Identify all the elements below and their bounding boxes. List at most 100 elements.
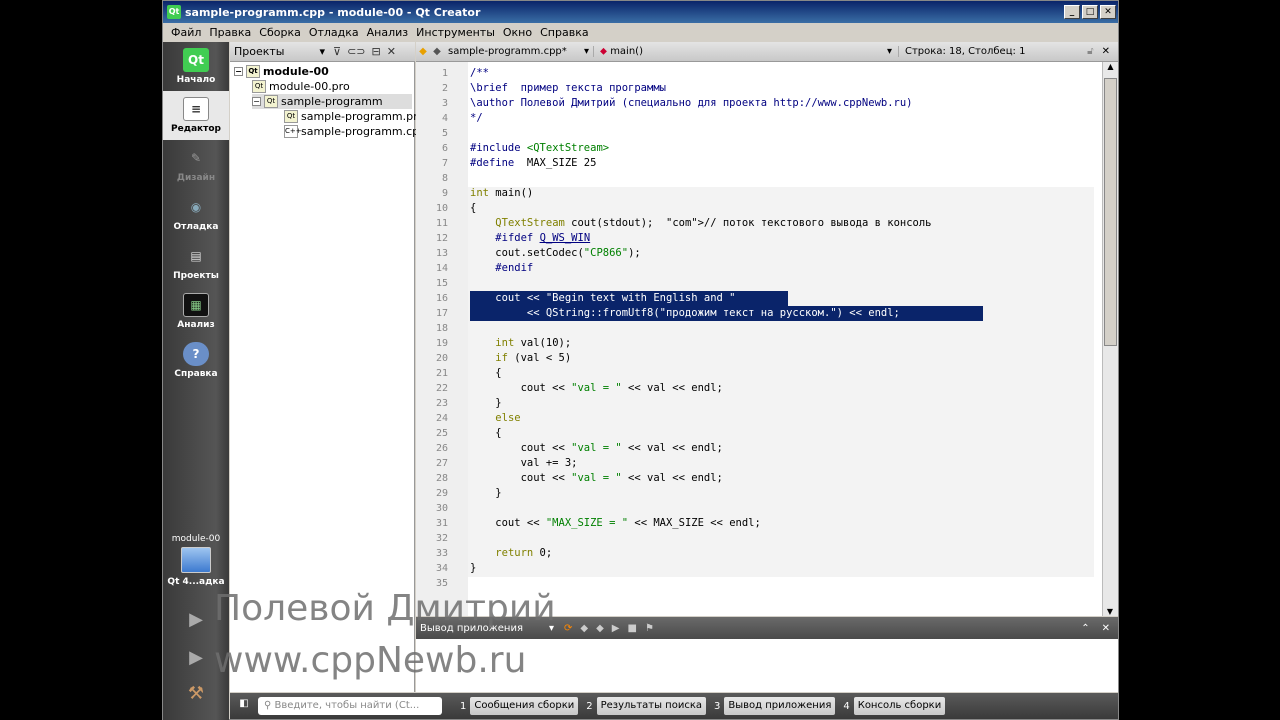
- cursor-position: Строка: 18, Столбец: 1: [905, 46, 1026, 57]
- code-line[interactable]: \brief пример текста программы: [470, 81, 1096, 96]
- code-line[interactable]: [470, 171, 1096, 186]
- tree-item-file[interactable]: Qt sample-programm.pro: [284, 109, 424, 124]
- code-editor[interactable]: 1 2 3 4 5 6 7 8 9 10 11 12 13 14 15 16 17 18 19 20 21 22 23 24 2…: [416, 62, 1118, 616]
- mode-analyze[interactable]: ▦ Анализ: [163, 287, 229, 336]
- collapse-icon[interactable]: −: [234, 67, 243, 76]
- code-line[interactable]: [470, 321, 1096, 336]
- close-editor-icon[interactable]: ✕: [1102, 46, 1110, 57]
- mode-editor[interactable]: ≡ Редактор: [163, 91, 229, 140]
- code-line[interactable]: }: [470, 486, 1096, 501]
- code-line[interactable]: #include <QTextStream>: [470, 141, 1096, 156]
- code-line[interactable]: [470, 501, 1096, 516]
- next-icon[interactable]: ◆: [596, 623, 604, 634]
- code-line[interactable]: [470, 276, 1096, 291]
- toggle-sidebar-icon[interactable]: ◧: [234, 698, 254, 714]
- menu-tools[interactable]: Инструменты: [412, 26, 499, 39]
- scroll-up-icon[interactable]: ▲: [1103, 62, 1118, 71]
- menu-help[interactable]: Справка: [536, 26, 592, 39]
- back-icon[interactable]: ◆: [416, 46, 430, 57]
- current-function: main(): [610, 46, 643, 57]
- close-pane-icon[interactable]: ✕: [1102, 623, 1110, 634]
- code-line[interactable]: [470, 531, 1096, 546]
- code-line[interactable]: cout << "Begin text with English and ": [470, 291, 1096, 306]
- menu-build[interactable]: Сборка: [255, 26, 305, 39]
- compile-output-button[interactable]: 4 Консоль сборки: [839, 697, 946, 715]
- menu-file[interactable]: Файл: [167, 26, 205, 39]
- code-line[interactable]: */: [470, 111, 1096, 126]
- maximize-button[interactable]: □: [1082, 5, 1098, 19]
- mode-projects[interactable]: ▤ Проекты: [163, 238, 229, 287]
- minimize-button[interactable]: _: [1064, 5, 1080, 19]
- open-documents-select[interactable]: sample-programm.cpp* ▾: [444, 46, 594, 57]
- code-line[interactable]: int main(): [470, 186, 1096, 201]
- play-icon[interactable]: ▶: [612, 623, 620, 634]
- mode-welcome[interactable]: Qt Начало: [163, 42, 229, 91]
- mode-help[interactable]: ? Справка: [163, 336, 229, 385]
- panel-type-select[interactable]: Проекты ▾: [234, 45, 329, 58]
- target-selector[interactable]: module-00 Qt 4...адка: [163, 534, 229, 587]
- filter-icon[interactable]: ⊽: [333, 45, 341, 58]
- menu-debug[interactable]: Отладка: [305, 26, 363, 39]
- code-line[interactable]: }: [470, 561, 1096, 576]
- code-line[interactable]: return 0;: [470, 546, 1096, 561]
- application-output-button[interactable]: 3 Вывод приложения: [710, 697, 836, 715]
- play-icon: ▶: [189, 608, 203, 630]
- code-line[interactable]: cout << "val = " << val << endl;: [470, 441, 1096, 456]
- code-line[interactable]: cout.setCodec("CP866");: [470, 246, 1096, 261]
- code-line[interactable]: [470, 576, 1096, 591]
- attach-icon[interactable]: ⚑: [645, 623, 654, 634]
- locator-input[interactable]: ⚲ Введите, чтобы найти (Ct...: [258, 697, 442, 715]
- code-line[interactable]: #endif: [470, 261, 1096, 276]
- lock-icon[interactable]: 🔓︎: [1087, 46, 1093, 57]
- mode-debug[interactable]: ◉ Отладка: [163, 189, 229, 238]
- button-number: 2: [586, 700, 593, 712]
- code-line[interactable]: << QString::fromUtf8("продожим текст на …: [470, 306, 1096, 321]
- code-line[interactable]: cout << "val = " << val << endl;: [470, 471, 1096, 486]
- prev-icon[interactable]: ◆: [580, 623, 588, 634]
- collapse-icon[interactable]: −: [252, 97, 261, 106]
- code-line[interactable]: }: [470, 396, 1096, 411]
- code-line[interactable]: cout << "MAX_SIZE = " << MAX_SIZE << end…: [470, 516, 1096, 531]
- stop-icon[interactable]: ■: [628, 623, 637, 634]
- scrollbar-thumb[interactable]: [1104, 78, 1117, 346]
- maximize-pane-icon[interactable]: ⌃: [1081, 623, 1089, 634]
- forward-icon[interactable]: ◆: [430, 46, 444, 57]
- code-line[interactable]: /**: [470, 66, 1096, 81]
- code-line[interactable]: int val(10);: [470, 336, 1096, 351]
- code-line[interactable]: cout << "val = " << val << endl;: [470, 381, 1096, 396]
- build-button[interactable]: ⚒: [163, 676, 229, 710]
- split-icon[interactable]: ⊟: [372, 45, 381, 58]
- tree-item-file[interactable]: C++ sample-programm.cpp: [284, 124, 426, 139]
- tree-item-file[interactable]: Qt module-00.pro: [252, 79, 350, 94]
- code-line[interactable]: \author Полевой Дмитрий (специально для …: [470, 96, 1096, 111]
- code-line[interactable]: else: [470, 411, 1096, 426]
- close-icon[interactable]: ✕: [387, 45, 396, 58]
- close-button[interactable]: ✕: [1100, 5, 1116, 19]
- build-issues-button[interactable]: 1 Сообщения сборки: [456, 697, 579, 715]
- menu-edit[interactable]: Правка: [205, 26, 255, 39]
- menu-analyze[interactable]: Анализ: [363, 26, 413, 39]
- symbol-select[interactable]: ⬥ main() ▾: [594, 46, 899, 57]
- line-number: 12: [435, 233, 448, 244]
- vertical-scrollbar[interactable]: ▲ ▼: [1102, 62, 1118, 616]
- code-line[interactable]: if (val < 5): [470, 351, 1096, 366]
- code-line[interactable]: [470, 126, 1096, 141]
- tree-item-project[interactable]: − Qt module-00: [234, 64, 329, 79]
- rerun-icon[interactable]: ⟳: [564, 623, 572, 634]
- code-line[interactable]: {: [470, 366, 1096, 381]
- mode-design[interactable]: ✎ Дизайн: [163, 140, 229, 189]
- search-results-button[interactable]: 2 Результаты поиска: [582, 697, 706, 715]
- code-area[interactable]: /** \brief пример текста программы \author…: [470, 62, 1096, 616]
- scroll-down-icon[interactable]: ▼: [1103, 607, 1117, 616]
- code-line[interactable]: {: [470, 201, 1096, 216]
- code-line[interactable]: #ifdef Q_WS_WIN: [470, 231, 1096, 246]
- tree-item-subproject[interactable]: − Qt sample-programm: [252, 94, 412, 109]
- watermark-author: Полевой Дмитрий: [214, 588, 556, 629]
- qt-logo-icon: Qt: [183, 48, 209, 72]
- code-line[interactable]: {: [470, 426, 1096, 441]
- code-line[interactable]: #define MAX_SIZE 25: [470, 156, 1096, 171]
- code-line[interactable]: val += 3;: [470, 456, 1096, 471]
- code-line[interactable]: QTextStream cout(stdout); "com">// поток…: [470, 216, 1096, 231]
- link-icon[interactable]: ⊂⊃: [347, 45, 365, 58]
- menu-window[interactable]: Окно: [499, 26, 536, 39]
